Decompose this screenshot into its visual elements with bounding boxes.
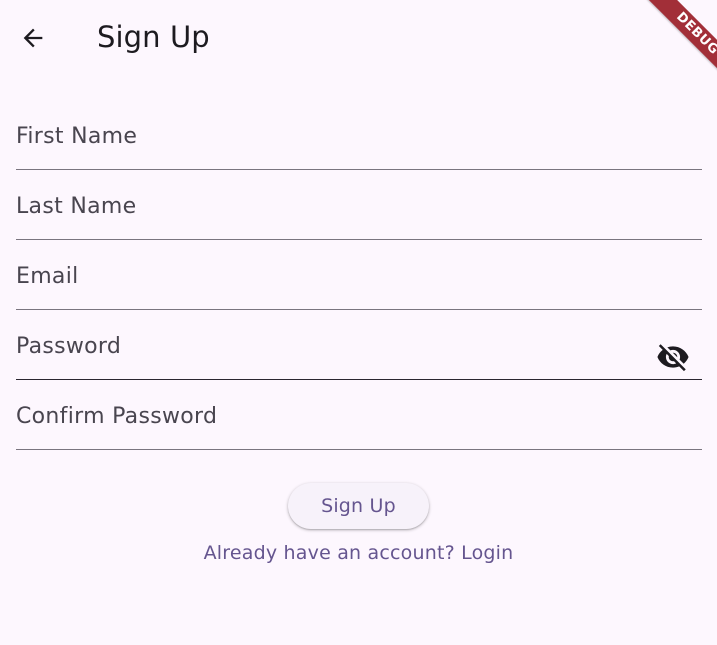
first-name-field[interactable]: First Name <box>16 100 702 170</box>
password-visibility-toggle[interactable] <box>656 340 690 374</box>
page-title: Sign Up <box>97 20 210 54</box>
confirm-password-label: Confirm Password <box>16 404 218 429</box>
last-name-field[interactable]: Last Name <box>16 170 702 240</box>
last-name-label: Last Name <box>16 194 137 219</box>
back-button[interactable] <box>13 18 53 58</box>
email-label: Email <box>16 264 79 289</box>
visibility-off-icon <box>657 344 689 372</box>
app-bar: Sign Up <box>0 0 717 76</box>
first-name-label: First Name <box>16 124 138 149</box>
email-field[interactable]: Email <box>16 240 702 310</box>
login-link[interactable]: Already have an account? Login <box>0 541 717 565</box>
password-field[interactable]: Password <box>16 310 702 380</box>
signup-button[interactable]: Sign Up <box>288 483 429 529</box>
arrow-back-icon <box>23 28 43 48</box>
confirm-password-field[interactable]: Confirm Password <box>16 380 702 450</box>
signup-form: First Name Last Name Email Password Conf… <box>16 100 702 450</box>
signup-button-label: Sign Up <box>321 495 396 517</box>
password-label: Password <box>16 334 122 359</box>
